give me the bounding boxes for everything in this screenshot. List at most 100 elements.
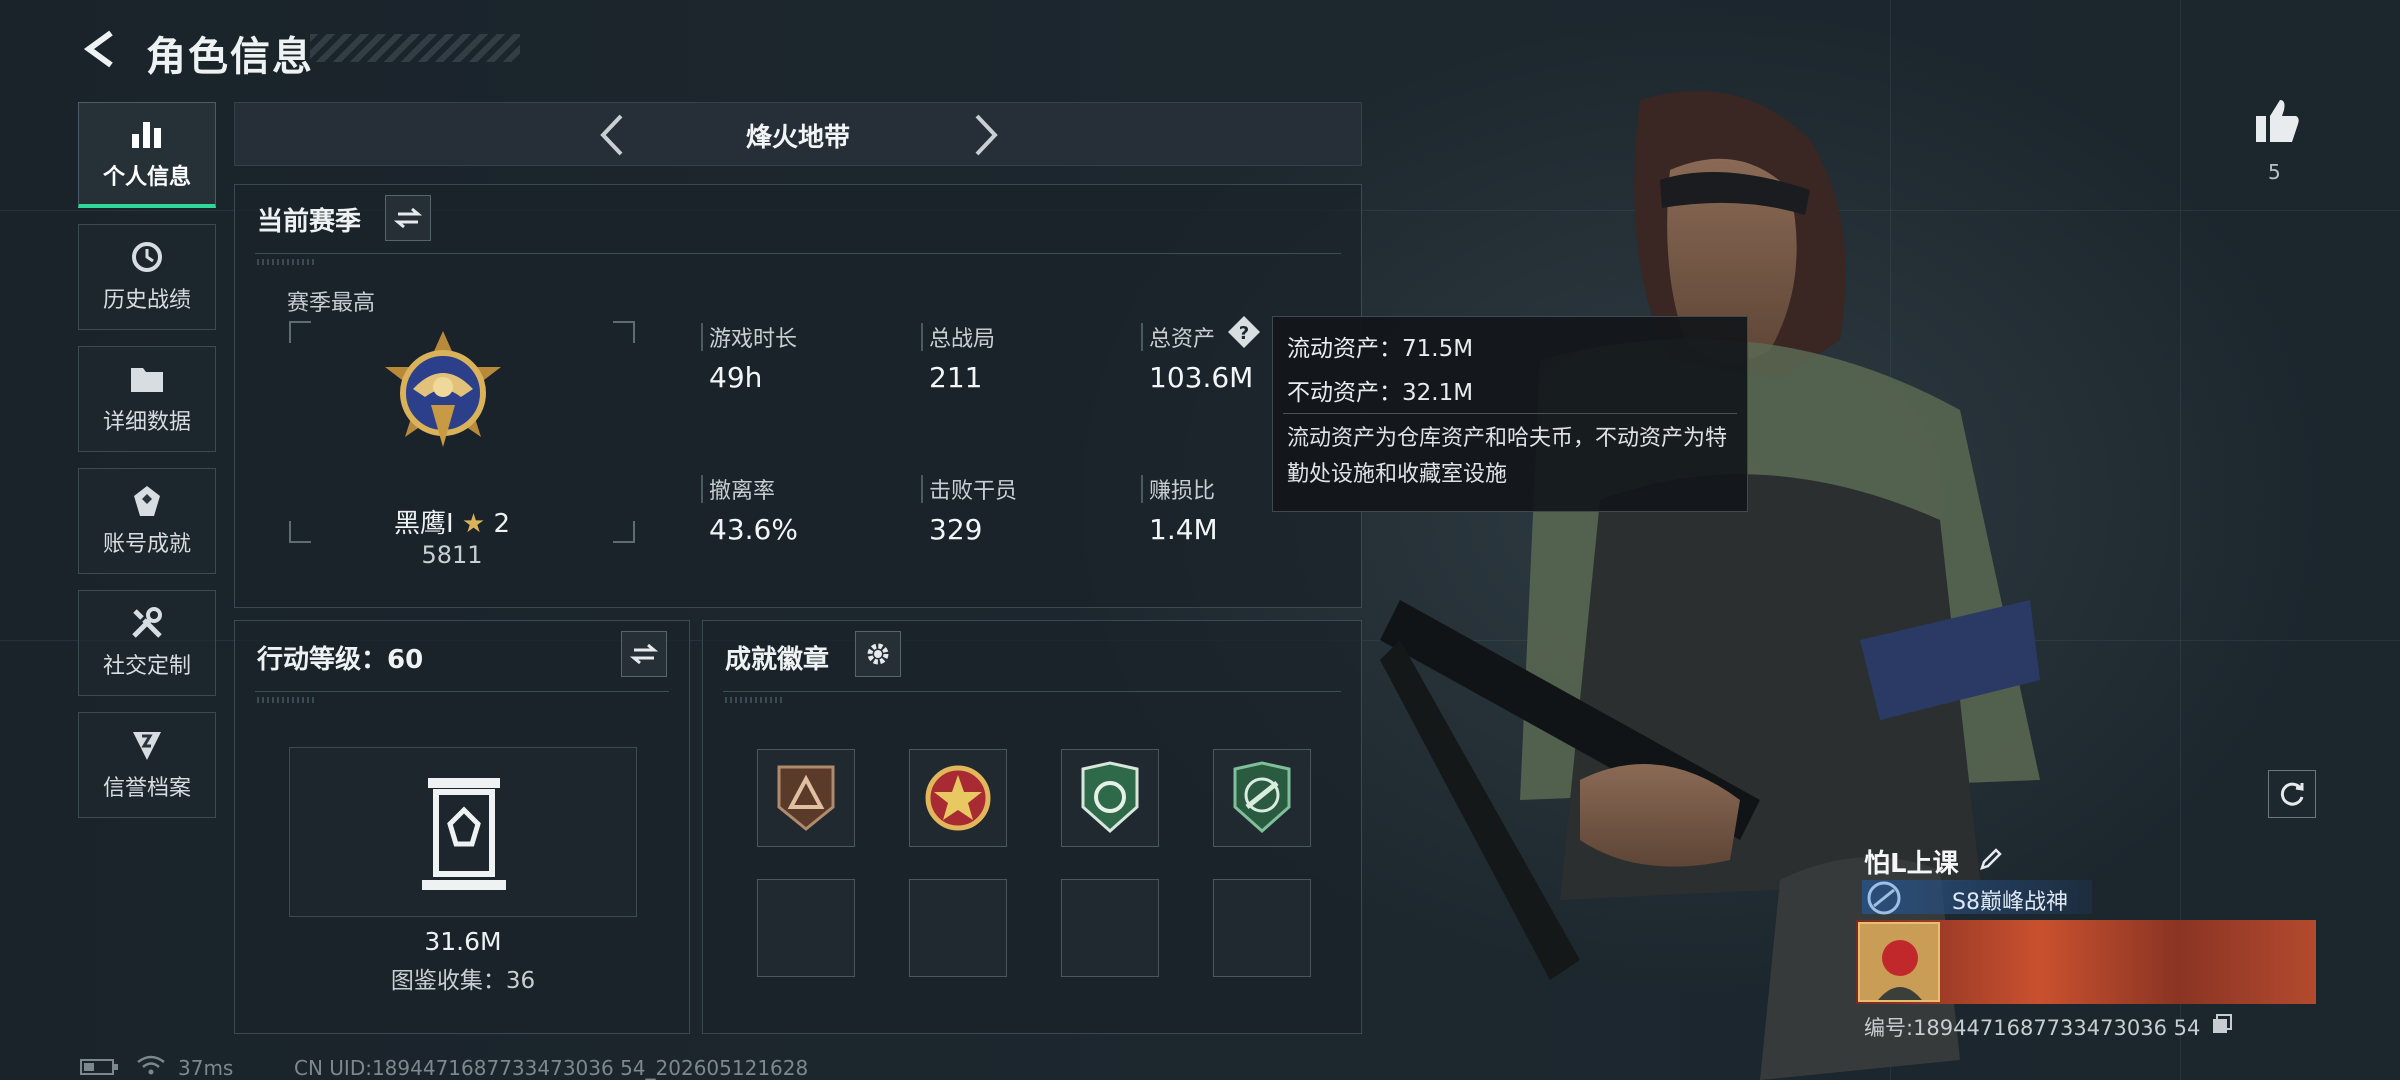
stat-value-extract-rate: 43.6% — [709, 513, 798, 546]
tooltip-note: 流动资产为仓库资产和哈夫币，不动资产为特勤处设施和收藏室设施 — [1287, 426, 1728, 487]
achievement-icon — [129, 484, 165, 518]
action-level-panel: 行动等级：60 31.6M 图鉴收集：36 — [234, 620, 690, 1034]
thumbs-up-icon[interactable] — [2252, 96, 2302, 146]
rank-stars: 2 — [493, 509, 511, 539]
refresh-button[interactable] — [2268, 770, 2316, 818]
sidebar-item-credit[interactable]: 信誉档案 — [78, 712, 216, 818]
page-title: 角色信息 — [146, 34, 314, 80]
stat-value-assets: 103.6M — [1149, 361, 1254, 394]
player-id-text: 编号:1894471687733473036 54 — [1864, 1016, 2201, 1040]
assets-tooltip: 流动资产：71.5M 不动资产：32.1M 流动资产为仓库资产和哈夫币，不动资产… — [1272, 316, 1748, 512]
chevron-right-icon — [975, 114, 998, 156]
season-switch-button[interactable] — [385, 195, 431, 241]
mode-selector: 烽火地带 — [234, 102, 1362, 166]
badge-slot-empty[interactable] — [1213, 879, 1311, 977]
sidebar-item-label: 详细数据 — [102, 410, 191, 435]
help-icon[interactable]: ? — [1227, 315, 1261, 349]
star-icon: ★ — [461, 509, 486, 539]
player-id: 编号:1894471687733473036 54 — [1864, 1012, 2233, 1042]
shield-badge-icon — [1081, 761, 1139, 834]
rank-title: S8巅峰战神 — [1952, 890, 2068, 915]
tooltip-divider — [1283, 413, 1737, 414]
title-decoration — [310, 34, 520, 62]
copy-icon[interactable] — [2211, 1013, 2233, 1040]
vault-icon — [422, 778, 506, 890]
badge-slot[interactable] — [1061, 749, 1159, 847]
battery-icon — [80, 1058, 120, 1076]
ping-value: 37ms — [178, 1056, 234, 1080]
badge-slot[interactable] — [1213, 749, 1311, 847]
like-count: 5 — [2268, 160, 2281, 184]
stat-value-playtime: 49h — [709, 361, 763, 394]
badges-settings-button[interactable] — [855, 631, 901, 677]
stat-value-matches: 211 — [929, 361, 983, 394]
divider — [255, 691, 669, 692]
folder-icon — [129, 362, 165, 396]
player-name: 怕L上课 — [1864, 843, 2004, 880]
svg-text:?: ? — [1239, 323, 1249, 344]
sidebar-item-detail[interactable]: 详细数据 — [78, 346, 216, 452]
sidebar-item-label: 账号成就 — [102, 532, 191, 557]
sidebar-item-achievement[interactable]: 账号成就 — [78, 468, 216, 574]
gear-icon — [867, 643, 889, 665]
credit-icon — [129, 728, 165, 762]
stat-separator — [921, 475, 923, 503]
bg-grid-line — [2180, 0, 2181, 1080]
stat-label-extract-rate: 撤离率 — [709, 479, 776, 504]
tooltip-liquid-assets: 流动资产：71.5M — [1287, 336, 1474, 362]
divider — [255, 253, 1341, 254]
history-icon — [129, 240, 165, 274]
chevron-left-icon — [83, 30, 113, 68]
stat-separator — [921, 323, 923, 351]
collection-count: 图鉴收集：36 — [390, 968, 536, 994]
badge-slot-empty[interactable] — [757, 879, 855, 977]
next-mode-button[interactable] — [963, 111, 1009, 159]
stat-value-profit-ratio: 1.4M — [1149, 513, 1218, 546]
tooltip-fixed-assets: 不动资产：32.1M — [1287, 380, 1474, 406]
badge-slot[interactable] — [757, 749, 855, 847]
stat-separator — [701, 323, 703, 351]
rank-name: 黑鹰I — [393, 509, 454, 539]
collection-frame[interactable] — [289, 747, 637, 917]
stat-label-profit-ratio: 赚损比 — [1149, 479, 1216, 504]
sidebar-item-profile[interactable]: 个人信息 — [78, 102, 216, 208]
footer-uid: CN UID:1894471687733473036 54_2026051216… — [294, 1056, 809, 1080]
bar-chart-icon — [129, 117, 165, 151]
sidebar-item-label: 历史战绩 — [102, 288, 191, 313]
edit-icon[interactable] — [1978, 846, 2004, 879]
refresh-icon — [2280, 782, 2304, 806]
stat-separator — [1141, 323, 1143, 351]
collection-value: 31.6M — [424, 927, 502, 956]
divider-ticks — [725, 697, 785, 703]
season-title: 当前赛季 — [257, 207, 362, 237]
badge-slot-empty[interactable] — [1061, 879, 1159, 977]
swap-icon — [630, 643, 658, 665]
stat-label-playtime: 游戏时长 — [709, 327, 798, 352]
badge-slot[interactable] — [909, 749, 1007, 847]
badge-slot-empty[interactable] — [909, 879, 1007, 977]
stat-separator — [701, 475, 703, 503]
avatar[interactable] — [1858, 922, 1940, 1002]
stat-value-kills: 329 — [929, 513, 983, 546]
rank-line: 黑鹰I ★ 2 — [287, 503, 617, 540]
badges-panel: 成就徽章 — [702, 620, 1362, 1034]
sidebar-item-label: 信誉档案 — [102, 776, 191, 801]
swap-icon — [394, 207, 422, 229]
sidebar-item-social[interactable]: 社交定制 — [78, 590, 216, 696]
action-level-title: 行动等级：60 — [257, 645, 424, 675]
rank-score: 5811 — [421, 541, 483, 569]
sidebar-item-label: 个人信息 — [102, 164, 191, 190]
divider-ticks — [257, 697, 317, 703]
action-level-switch-button[interactable] — [621, 631, 667, 677]
sidebar-item-history[interactable]: 历史战绩 — [78, 224, 216, 330]
stat-separator — [1141, 475, 1143, 503]
mode-title: 烽火地带 — [745, 123, 850, 153]
back-button[interactable] — [78, 26, 124, 72]
season-panel: 当前赛季 赛季最高 黑鹰I ★ 2 5811 游戏时长 49h 总战局 211 … — [234, 184, 1362, 608]
green-shield-badge-icon — [1233, 761, 1291, 834]
stat-label-matches: 总战局 — [929, 327, 996, 352]
rank-emblem — [373, 327, 513, 467]
divider-ticks — [257, 259, 317, 265]
frame-corner — [613, 321, 635, 343]
frame-corner — [289, 321, 311, 343]
